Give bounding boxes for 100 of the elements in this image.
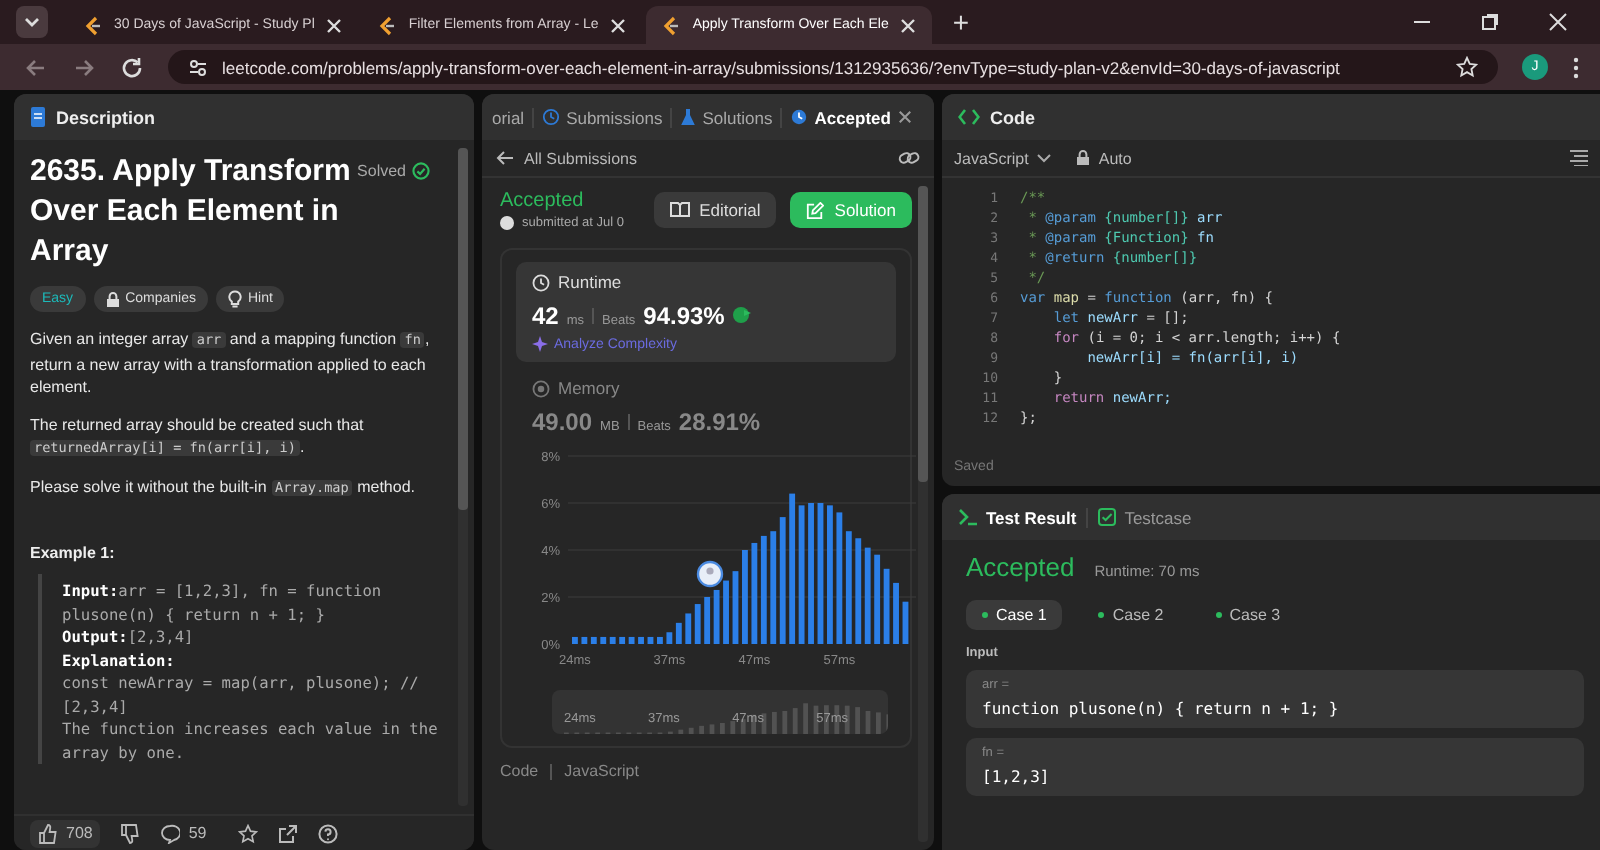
- result-status: Accepted: [966, 552, 1075, 582]
- histogram-bar[interactable]: [760, 535, 767, 644]
- runtime-label: Runtime: [558, 272, 622, 292]
- share-icon[interactable]: [278, 823, 299, 843]
- format-icon[interactable]: [1570, 150, 1588, 166]
- language-label: JavaScript: [564, 762, 639, 780]
- runtime-value: 42: [532, 302, 559, 330]
- language-dropdown[interactable]: JavaScript: [954, 149, 1053, 167]
- histogram-bar[interactable]: [675, 622, 682, 644]
- histogram-bar[interactable]: [789, 493, 796, 644]
- edit-icon: [806, 201, 825, 219]
- history-icon: [790, 108, 809, 126]
- history-icon: [542, 108, 561, 126]
- site-settings-icon: [188, 57, 208, 77]
- book-icon: [669, 202, 690, 218]
- help-icon[interactable]: [318, 823, 339, 843]
- lock-icon: [1076, 150, 1091, 166]
- panel-tab[interactable]: orial: [492, 107, 525, 127]
- histogram-bar[interactable]: [628, 636, 635, 644]
- submission-status: Accepted: [500, 190, 586, 212]
- reload-icon[interactable]: [120, 55, 144, 79]
- panel-tab[interactable]: Solutions: [680, 107, 773, 127]
- site-logo-icon: [662, 15, 681, 35]
- histogram-bar[interactable]: [874, 554, 881, 644]
- check-circle-icon: [412, 162, 430, 180]
- memory-value: 49.00: [532, 408, 593, 436]
- forward-arrow-icon[interactable]: [72, 55, 96, 79]
- histogram-bar[interactable]: [883, 568, 890, 644]
- code-brackets-icon: [958, 108, 980, 126]
- histogram-bar[interactable]: [647, 636, 654, 644]
- histogram-bar[interactable]: [864, 547, 871, 644]
- tab-search-button[interactable]: [16, 6, 48, 38]
- histogram-bar[interactable]: [770, 531, 777, 644]
- terminal-icon: [958, 508, 978, 526]
- histogram-bar[interactable]: [732, 571, 739, 644]
- parameter-value: function plusone(n) { return n + 1; }: [982, 700, 1341, 718]
- histogram-bar[interactable]: [817, 503, 824, 644]
- badge-icon: [732, 306, 753, 324]
- memory-label: Memory: [558, 378, 620, 398]
- histogram-bar[interactable]: [836, 512, 843, 644]
- site-logo-icon: [378, 15, 397, 35]
- example-heading: Example 1:: [30, 544, 117, 562]
- comments-button[interactable]: 59: [160, 823, 207, 843]
- histogram-bar[interactable]: [855, 538, 862, 644]
- panel-tab[interactable]: Code: [990, 107, 1035, 127]
- problem-title: 2635. Apply Transform Over Each Element in Array: [30, 152, 352, 272]
- histogram-bar[interactable]: [685, 613, 692, 644]
- new-tab-button[interactable]: +: [952, 6, 970, 38]
- address-bar[interactable]: leetcode.com/problems/apply-transform-over-each-element-in-array/submissions/1312935636/?envType=study-plan-v2&envId=30-days-of-javascript: [168, 50, 1498, 84]
- histogram-bar[interactable]: [619, 636, 626, 644]
- histogram-bar[interactable]: [609, 636, 616, 644]
- editorial-button[interactable]: Editorial: [653, 192, 777, 228]
- panel-tab[interactable]: Submissions: [542, 107, 663, 127]
- link-icon[interactable]: [898, 148, 920, 168]
- thumbs-up-icon: [38, 823, 58, 843]
- more-menu-icon[interactable]: [1572, 55, 1580, 79]
- back-arrow-icon: [496, 150, 514, 166]
- histogram-bar[interactable]: [713, 589, 720, 644]
- scrollbar[interactable]: [918, 186, 928, 842]
- star-icon[interactable]: [1456, 56, 1478, 78]
- histogram-bar[interactable]: [845, 531, 852, 644]
- clock-icon: [532, 273, 550, 291]
- histogram-bar[interactable]: [779, 517, 786, 644]
- case-tab[interactable]: Case 2: [1082, 600, 1180, 630]
- histogram-bar[interactable]: [666, 632, 673, 644]
- restore-icon[interactable]: [1480, 12, 1500, 32]
- histogram-bar[interactable]: [657, 636, 663, 644]
- beats-percent: 94.93%: [643, 302, 725, 330]
- case-tab[interactable]: Case 3: [1199, 600, 1297, 630]
- histogram-bar[interactable]: [572, 636, 578, 644]
- like-button[interactable]: 708: [30, 819, 101, 847]
- speech-bubble-icon: [160, 823, 181, 843]
- user-avatar: [500, 216, 514, 230]
- histogram-bar[interactable]: [694, 604, 701, 644]
- case-tab[interactable]: Case 1: [966, 600, 1063, 630]
- star-icon[interactable]: [238, 823, 259, 843]
- panel-tab[interactable]: Testcase: [1098, 507, 1192, 527]
- back-arrow-icon[interactable]: [24, 55, 48, 79]
- histogram-bar[interactable]: [704, 597, 711, 644]
- histogram-bar[interactable]: [638, 636, 644, 644]
- site-logo-icon: [84, 15, 102, 35]
- panel-tab[interactable]: Description: [56, 107, 156, 127]
- parameter-value: [1,2,3]: [982, 768, 1052, 786]
- histogram-bar[interactable]: [902, 601, 909, 644]
- histogram-bar[interactable]: [581, 636, 588, 644]
- auto-mode-toggle[interactable]: Auto: [1076, 149, 1132, 167]
- chevron-down-icon: [1036, 152, 1053, 164]
- histogram-bar[interactable]: [600, 636, 607, 644]
- panel-tab[interactable]: Test Result: [958, 507, 1077, 527]
- lock-icon: [105, 291, 120, 307]
- panel-tab[interactable]: Accepted: [790, 107, 891, 127]
- histogram-bar[interactable]: [590, 636, 597, 644]
- histogram-bar[interactable]: [798, 505, 805, 644]
- scrollbar[interactable]: [458, 148, 468, 806]
- flask-icon: [680, 108, 697, 126]
- histogram-bar[interactable]: [751, 542, 758, 644]
- chevron-down-icon: [22, 12, 42, 32]
- solved-status: Solved: [357, 162, 406, 180]
- back-link[interactable]: All Submissions: [496, 149, 637, 167]
- thumbs-down-icon[interactable]: [120, 823, 141, 843]
